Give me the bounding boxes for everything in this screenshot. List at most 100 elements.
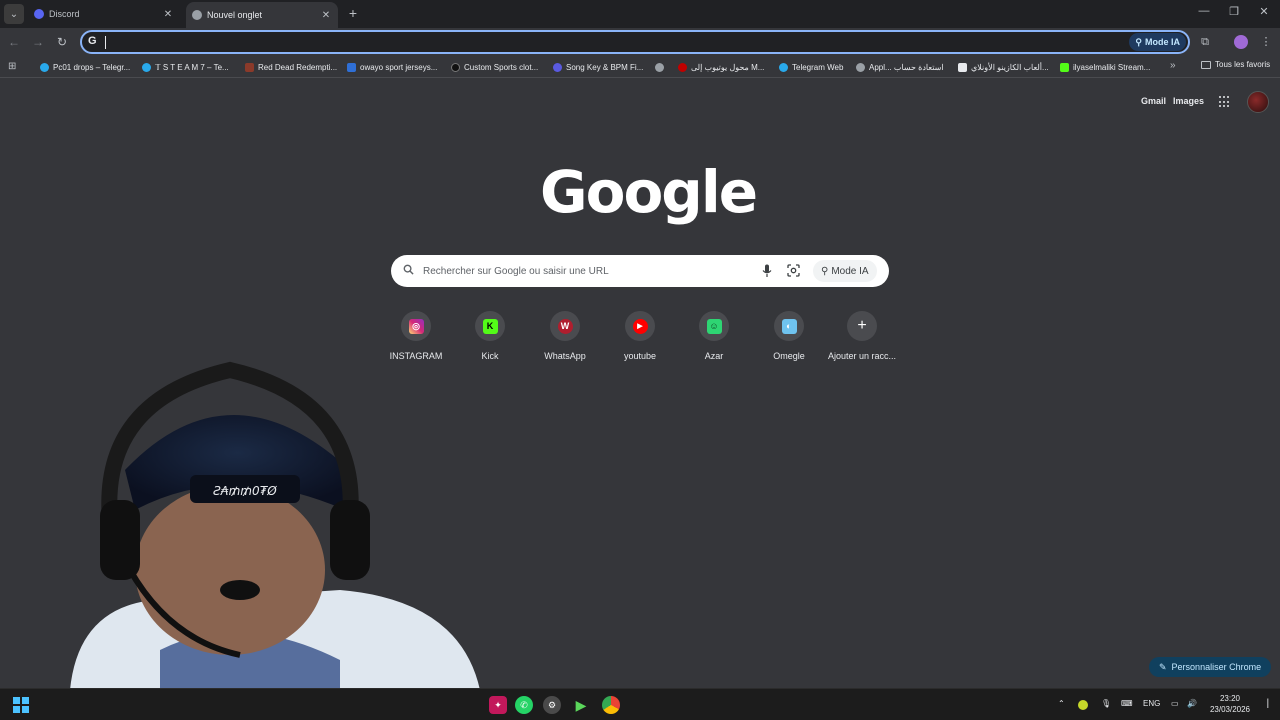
tab-new-tab[interactable]: Nouvel onglet ✕ xyxy=(186,2,338,28)
google-lens-icon[interactable] xyxy=(787,264,800,277)
microphone-icon[interactable] xyxy=(762,264,772,278)
instagram-icon: ◎ xyxy=(408,318,424,334)
minimize-button[interactable]: — xyxy=(1197,5,1211,17)
shortcut-add[interactable]: + Ajouter un racc... xyxy=(825,311,899,361)
bookmark-label: Song Key & BPM Fi... xyxy=(566,62,644,72)
shortcut-label: youtube xyxy=(623,351,657,361)
bookmark-item[interactable]: Custom Sports clot... xyxy=(451,60,538,74)
shortcut-omegle[interactable]: ◐ Omegle xyxy=(752,311,826,361)
tray-app-icon[interactable] xyxy=(1078,700,1088,710)
network-icon[interactable]: ▭ xyxy=(1171,699,1179,708)
rdr-icon xyxy=(245,62,254,72)
system-clock[interactable]: 23:20 23/03/2026 xyxy=(1205,693,1255,715)
apps-grid-icon[interactable]: ⊞ xyxy=(8,61,16,72)
tab-search-button[interactable]: ⌄ xyxy=(4,4,24,24)
tab-discord[interactable]: Discord ✕ xyxy=(28,3,180,25)
bookmarks-bar: ⊞ Pc01 drops – Telegr... 𝕋 S T E A M 7 –… xyxy=(0,56,1280,78)
app-pink-icon[interactable]: ✦ xyxy=(489,696,507,714)
notifications-icon[interactable]: ▕ xyxy=(1262,699,1268,708)
steam-taskbar-icon[interactable]: ⚙ xyxy=(543,696,561,714)
customize-chrome-button[interactable]: ✎ Personnaliser Chrome xyxy=(1149,657,1272,677)
bookmark-label: محول يوتيوب إلى M... xyxy=(691,62,765,72)
shortcut-label: Azar xyxy=(704,351,724,361)
bookmark-label: 𝕋 S T E A M 7 – Te... xyxy=(155,62,229,72)
ai-mode-search-button[interactable]: ⚲ Mode IA xyxy=(813,260,877,282)
reload-button[interactable]: ↻ xyxy=(54,34,70,50)
face-shape xyxy=(135,485,325,655)
menu-kebab-icon[interactable]: ⋮ xyxy=(1258,34,1274,50)
chrome-taskbar-icon[interactable] xyxy=(602,696,620,714)
bookmark-item[interactable]: owayo sport jerseys... xyxy=(347,60,437,74)
shortcut-icon-holder: W xyxy=(550,311,580,341)
folder-label: Tous les favoris xyxy=(1215,60,1271,69)
all-bookmarks-folder[interactable]: Tous les favoris xyxy=(1201,60,1270,69)
new-tab-button[interactable]: + xyxy=(346,5,360,21)
songkey-icon xyxy=(553,62,562,72)
search-sparkle-icon: ⚲ xyxy=(821,265,829,277)
folder-icon xyxy=(1201,60,1211,69)
bookmark-item[interactable]: ilyaselmaliki Stream... xyxy=(1060,60,1150,74)
chrome-page-icon xyxy=(192,10,202,20)
bookmark-label: ألعاب الكازينو الأونلاي... xyxy=(971,62,1049,72)
bookmark-item[interactable]: Telegram Web xyxy=(779,60,843,74)
close-tab-icon[interactable]: ✕ xyxy=(162,9,174,20)
media-player-taskbar-icon[interactable]: ▶ xyxy=(572,696,590,714)
bookmarks-overflow-button[interactable]: » xyxy=(1170,60,1176,71)
back-button[interactable]: ← xyxy=(6,34,22,50)
bookmark-item[interactable] xyxy=(655,60,668,74)
close-tab-icon[interactable]: ✕ xyxy=(320,10,332,21)
shortcut-azar[interactable]: ☺ Azar xyxy=(677,311,751,361)
shortcut-youtube[interactable]: ▶ youtube xyxy=(603,311,677,361)
keyboard-icon[interactable]: ⌨ xyxy=(1121,699,1133,708)
bookmark-label: Red Dead Redempti... xyxy=(258,62,338,72)
restore-button[interactable]: ❐ xyxy=(1227,5,1241,18)
kick-icon xyxy=(1060,62,1069,72)
search-input[interactable] xyxy=(423,261,743,281)
shortcut-label: WhatsApp xyxy=(544,351,586,361)
ai-mode-label: Mode IA xyxy=(1145,37,1180,47)
tray-overflow-icon[interactable]: ⌃ xyxy=(1058,699,1065,708)
shortcut-whatsapp[interactable]: W WhatsApp xyxy=(528,311,602,361)
search-box: ⚲ Mode IA xyxy=(391,255,889,287)
search-icon xyxy=(403,264,414,275)
address-bar[interactable]: G ⚲ Mode IA xyxy=(80,30,1190,54)
tab-title: Nouvel onglet xyxy=(207,10,263,20)
bookmark-item[interactable]: Appl... استعادة حساب xyxy=(856,60,944,74)
gmail-link[interactable]: Gmail xyxy=(1141,96,1166,106)
apple-icon xyxy=(856,62,865,72)
volume-icon[interactable]: 🔊 xyxy=(1187,699,1197,708)
microphone-tray-icon[interactable]: 🎙 xyxy=(1101,699,1111,708)
tab-title: Discord xyxy=(49,9,80,19)
azar-icon: ☺ xyxy=(706,318,722,334)
close-window-button[interactable]: ✕ xyxy=(1257,5,1271,18)
bookmark-item[interactable]: ألعاب الكازينو الأونلاي... xyxy=(958,60,1049,74)
profile-icon[interactable] xyxy=(1234,35,1248,49)
bookmark-label: owayo sport jerseys... xyxy=(360,62,438,72)
pencil-icon: ✎ xyxy=(1159,661,1167,672)
bookmark-item[interactable]: محول يوتيوب إلى M... xyxy=(678,60,764,74)
forward-button[interactable]: → xyxy=(30,34,46,50)
images-link[interactable]: Images xyxy=(1173,96,1204,106)
extensions-icon[interactable]: ⧉ xyxy=(1197,34,1213,50)
ai-mode-button[interactable]: ⚲ Mode IA xyxy=(1129,33,1186,51)
webcam-overlay: Ƨ₳₥₥0₮Ø xyxy=(70,361,480,690)
bookmark-label: Custom Sports clot... xyxy=(464,62,539,72)
clock-date: 23/03/2026 xyxy=(1209,705,1251,714)
bookmark-item[interactable]: Pc01 drops – Telegr... xyxy=(40,60,130,74)
bookmark-item[interactable]: 𝕋 S T E A M 7 – Te... xyxy=(142,60,229,74)
windows-start-icon[interactable] xyxy=(13,697,29,713)
bookmark-item[interactable]: Red Dead Redempti... xyxy=(245,60,337,74)
bookmark-label: Telegram Web xyxy=(792,62,844,72)
globe-icon xyxy=(655,62,664,72)
tab-strip: ⌄ Discord ✕ Nouvel onglet ✕ + — ❐ ✕ xyxy=(0,0,1280,28)
bookmark-item[interactable]: Song Key & BPM Fi... xyxy=(553,60,643,74)
bookmark-label: ilyaselmaliki Stream... xyxy=(1073,62,1151,72)
whatsapp-taskbar-icon[interactable]: ✆ xyxy=(515,696,533,714)
language-indicator[interactable]: ENG xyxy=(1143,699,1160,708)
chevron-down-icon: ⌄ xyxy=(9,8,19,20)
youtube-icon: ▶ xyxy=(632,318,648,334)
headset-right-ear xyxy=(330,500,370,580)
account-avatar[interactable] xyxy=(1247,91,1269,113)
shortcut-icon-holder: ◐ xyxy=(774,311,804,341)
google-apps-icon[interactable] xyxy=(1219,96,1231,108)
